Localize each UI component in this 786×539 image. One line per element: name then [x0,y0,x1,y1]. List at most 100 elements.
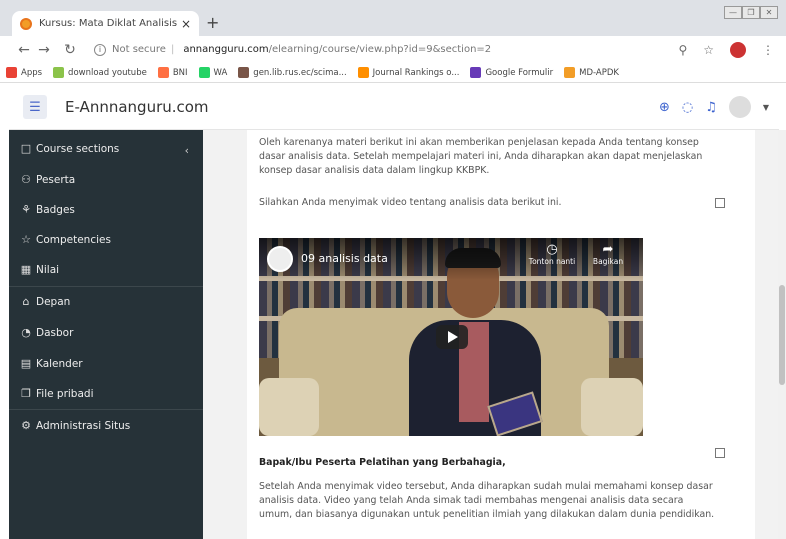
bookmark-item[interactable]: gen.lib.rus.ec/scima... [238,67,347,78]
reload-icon[interactable]: ↻ [60,42,80,58]
sidebar-item-peserta[interactable]: ⚇ Peserta [19,173,75,186]
browser-toolbar: ← → ↻ i Not secure | annangguru.com/elea… [0,36,786,63]
channel-avatar[interactable] [267,246,293,272]
watch-later-button[interactable]: ◷ Tonton nanti [525,242,579,266]
tab-close-icon[interactable]: × [181,17,191,31]
sidebar-item-label: Badges [36,203,75,216]
minimize-icon[interactable]: — [724,6,742,19]
sidebar-item-depan[interactable]: ⌂ Depan [19,295,71,308]
bookmark-star-icon[interactable]: ☆ [703,43,714,57]
intro-paragraph: Oleh karenanya materi berikut ini akan m… [259,137,703,176]
sidebar-divider [9,409,203,410]
hamburger-menu-icon[interactable]: ☰ [23,95,47,119]
bookmark-label: BNI [172,67,188,78]
zoom-icon[interactable]: ⚲ [678,43,687,57]
sidebar-item-administrasi-situs[interactable]: ⚙ Administrasi Situs [19,419,130,432]
menu-kebab-icon[interactable]: ⋮ [762,43,774,57]
bookmark-label: Apps [21,67,43,78]
toolbar-actions: ⚲ ☆ ⋮ [678,41,774,58]
site-navbar: ☰ E-Annnanguru.com ⊕ ◌ ♫ ▼ [9,85,779,130]
badge-icon: ⚘ [21,203,31,216]
bookmark-item[interactable]: Google Formulir [470,67,553,78]
sidebar-item-file-pribadi[interactable]: ❐ File pribadi [19,387,94,400]
dashboard-gauge-icon: ◔ [21,326,31,339]
bookmark-favicon-icon [470,67,482,78]
url-path: /elearning/course/view.php?id=9&section=… [268,44,492,55]
profile-avatar[interactable] [730,41,746,58]
maximize-icon[interactable]: ❐ [742,6,760,19]
bookmark-favicon-icon [6,67,17,78]
bookmark-item[interactable]: Journal Rankings o... [357,67,460,78]
sidebar-item-dasbor[interactable]: ◔ Dasbor [19,326,73,339]
sidebar-item-badges[interactable]: ⚘ Badges [19,203,75,216]
share-label: Bagikan [592,257,624,266]
play-button-icon[interactable] [436,325,468,349]
bookmark-label: gen.lib.rus.ec/scima... [253,67,347,78]
video-sofa-arm [259,378,319,436]
bookmark-favicon-icon [238,67,250,78]
sidebar-item-kalender[interactable]: ▤ Kalender [19,357,83,370]
bookmark-label: download youtube [68,67,147,78]
video-title[interactable]: 09 analisis data [301,252,388,265]
star-icon: ☆ [21,233,31,246]
address-bar[interactable]: i Not secure | annangguru.com/elearning/… [94,43,678,56]
bookmark-favicon-icon [157,67,169,78]
site-brand[interactable]: E-Annnanguru.com [65,98,209,116]
completion-checkbox[interactable] [715,198,725,208]
bookmark-item[interactable]: MD-APDK [564,67,619,78]
language-globe-icon[interactable]: ⊕ [659,100,670,115]
url-domain: annangguru.com [183,44,269,55]
sidebar-item-competencies[interactable]: ☆ Competencies [19,233,111,246]
video-player[interactable]: 09 analisis data ◷ Tonton nanti ➦ Bagika… [259,238,643,436]
users-icon: ⚇ [21,173,31,186]
calendar-icon: ▤ [20,357,32,370]
video-sofa-arm [581,378,643,436]
page-scrollbar[interactable] [778,130,786,539]
url-divider: | [170,44,175,55]
section-heading: Bapak/Ibu Peserta Pelatihan yang Berbaha… [259,457,506,468]
info-icon[interactable]: i [94,43,106,56]
collapse-chevron-icon[interactable]: ‹ [185,144,189,157]
bookmark-item[interactable]: Apps [6,67,42,78]
notifications-bell-icon[interactable]: ♫ [705,100,717,115]
sidebar-item-label: Depan [36,295,71,308]
bookmark-favicon-icon [357,67,369,78]
sidebar-item-label: Peserta [36,173,76,186]
sidebar-item-course-sections[interactable]: □ Course sections [19,142,120,155]
gear-icon: ⚙ [21,419,31,432]
user-avatar[interactable] [728,96,751,118]
sidebar-item-label: File pribadi [36,387,94,400]
browser-tab[interactable]: Kursus: Mata Diklat Analisis dan × [12,11,199,36]
bookmark-item[interactable]: download youtube [53,67,147,78]
sidebar-item-label: Administrasi Situs [36,419,131,432]
bookmark-favicon-icon [53,67,65,78]
navbar-actions: ⊕ ◌ ♫ ▼ [659,96,769,118]
user-menu-caret-icon[interactable]: ▼ [763,103,769,112]
back-arrow-icon[interactable]: ← [14,42,34,58]
share-arrow-icon: ➦ [602,242,614,257]
watch-later-label: Tonton nanti [528,257,576,266]
moodle-favicon-icon [20,17,32,30]
bookmark-item[interactable]: BNI [157,67,188,78]
messages-icon[interactable]: ◌ [682,100,693,115]
sidebar-item-label: Competencies [36,233,111,246]
close-window-icon[interactable]: ✕ [760,6,778,19]
sidebar-item-nilai[interactable]: ▦ Nilai [19,263,59,276]
bookmark-label: Journal Rankings o... [372,67,460,78]
browser-tabstrip: Kursus: Mata Diklat Analisis dan × + — ❐… [0,0,786,36]
bookmark-label: MD-APDK [579,67,619,78]
sidebar-item-label: Nilai [36,263,60,276]
scrollbar-thumb[interactable] [779,285,785,385]
bookmark-item[interactable]: WA [198,67,227,78]
tab-title: Kursus: Mata Diklat Analisis dan [39,18,177,29]
video-instruction: Silahkan Anda menyimak video tentang ana… [259,197,562,208]
grades-table-icon: ▦ [20,263,32,276]
nav-drawer: □ Course sections ‹ ⚇ Peserta ⚘ Badges ☆… [9,130,203,539]
bookmarks-bar: Apps download youtube BNI WA gen.lib.rus.ec/… [0,63,786,83]
folder-icon: □ [20,142,32,155]
new-tab-button[interactable]: + [206,13,219,32]
share-button[interactable]: ➦ Bagikan [581,242,635,266]
home-icon: ⌂ [22,295,30,308]
forward-arrow-icon[interactable]: → [34,42,54,58]
course-section-card: Oleh karenanya materi berikut ini akan m… [247,130,755,539]
